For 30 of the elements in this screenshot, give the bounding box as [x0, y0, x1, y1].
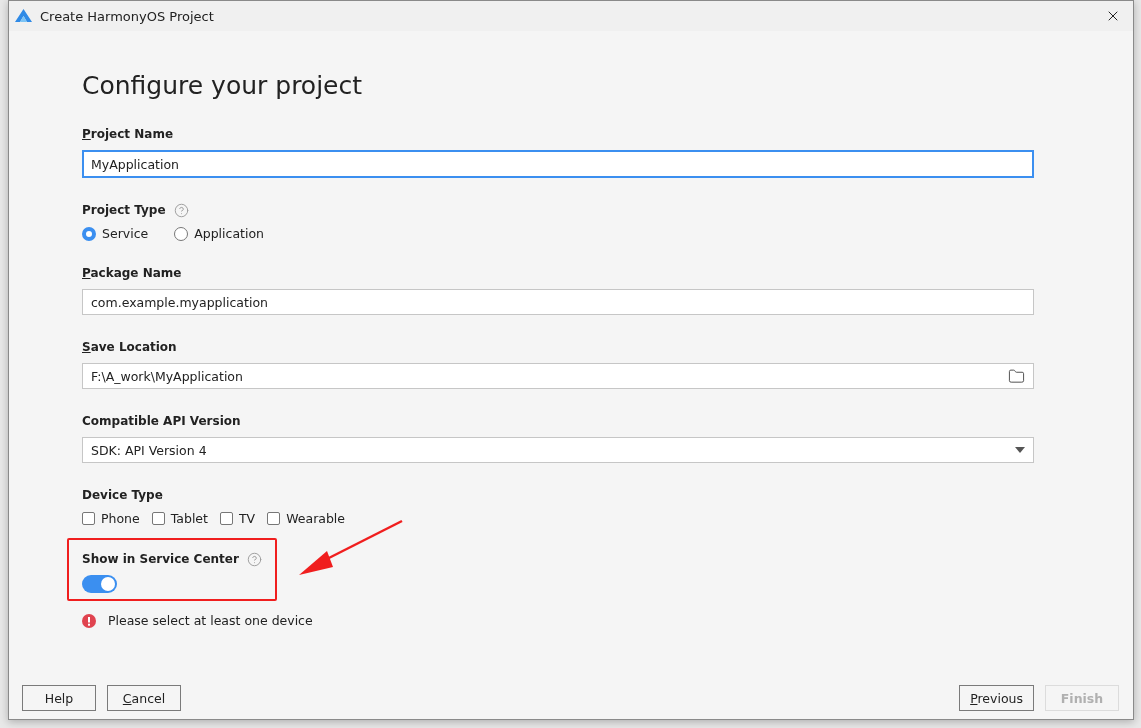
- checkbox-option[interactable]: Tablet: [151, 511, 208, 526]
- caret-icon: [1015, 447, 1025, 453]
- field-label: Show in Service Center: [82, 551, 239, 567]
- checkbox-option[interactable]: TV: [219, 511, 256, 526]
- radio-option[interactable]: Application: [174, 226, 265, 241]
- field-label: Device Type: [82, 487, 163, 503]
- field-label: Project Name: [82, 126, 174, 142]
- dialog-button[interactable]: Cancel: [107, 685, 181, 711]
- error-icon: [82, 613, 96, 628]
- folder-icon[interactable]: [1008, 367, 1025, 385]
- checkbox-option[interactable]: Wearable: [267, 511, 346, 526]
- text-field[interactable]: MyApplication: [82, 150, 1034, 178]
- page-heading: Configure your project: [82, 70, 364, 102]
- logo-icon: [15, 9, 32, 23]
- window-title: Create HarmonyOS Project: [40, 8, 215, 24]
- dialog-button[interactable]: Previous: [959, 685, 1034, 711]
- text-field[interactable]: com.example.myapplication: [82, 289, 1034, 315]
- help-icon[interactable]: [246, 551, 262, 567]
- checkbox-option[interactable]: Phone: [82, 511, 140, 526]
- version-dropdown[interactable]: SDK: API Version 4: [82, 437, 1034, 463]
- dialog-button[interactable]: Help: [22, 685, 96, 711]
- path-field[interactable]: F:\A_work\MyApplication: [82, 363, 1034, 389]
- field-label: Project Type: [82, 202, 166, 218]
- error-message: Please select at least one device: [108, 613, 313, 628]
- help-icon[interactable]: [173, 202, 189, 218]
- radio-option[interactable]: Service: [82, 226, 149, 241]
- field-label: Package Name: [82, 265, 182, 281]
- toggle-switch[interactable]: [82, 575, 117, 593]
- field-label: Compatible API Version: [82, 413, 241, 429]
- field-label: Save Location: [82, 339, 177, 355]
